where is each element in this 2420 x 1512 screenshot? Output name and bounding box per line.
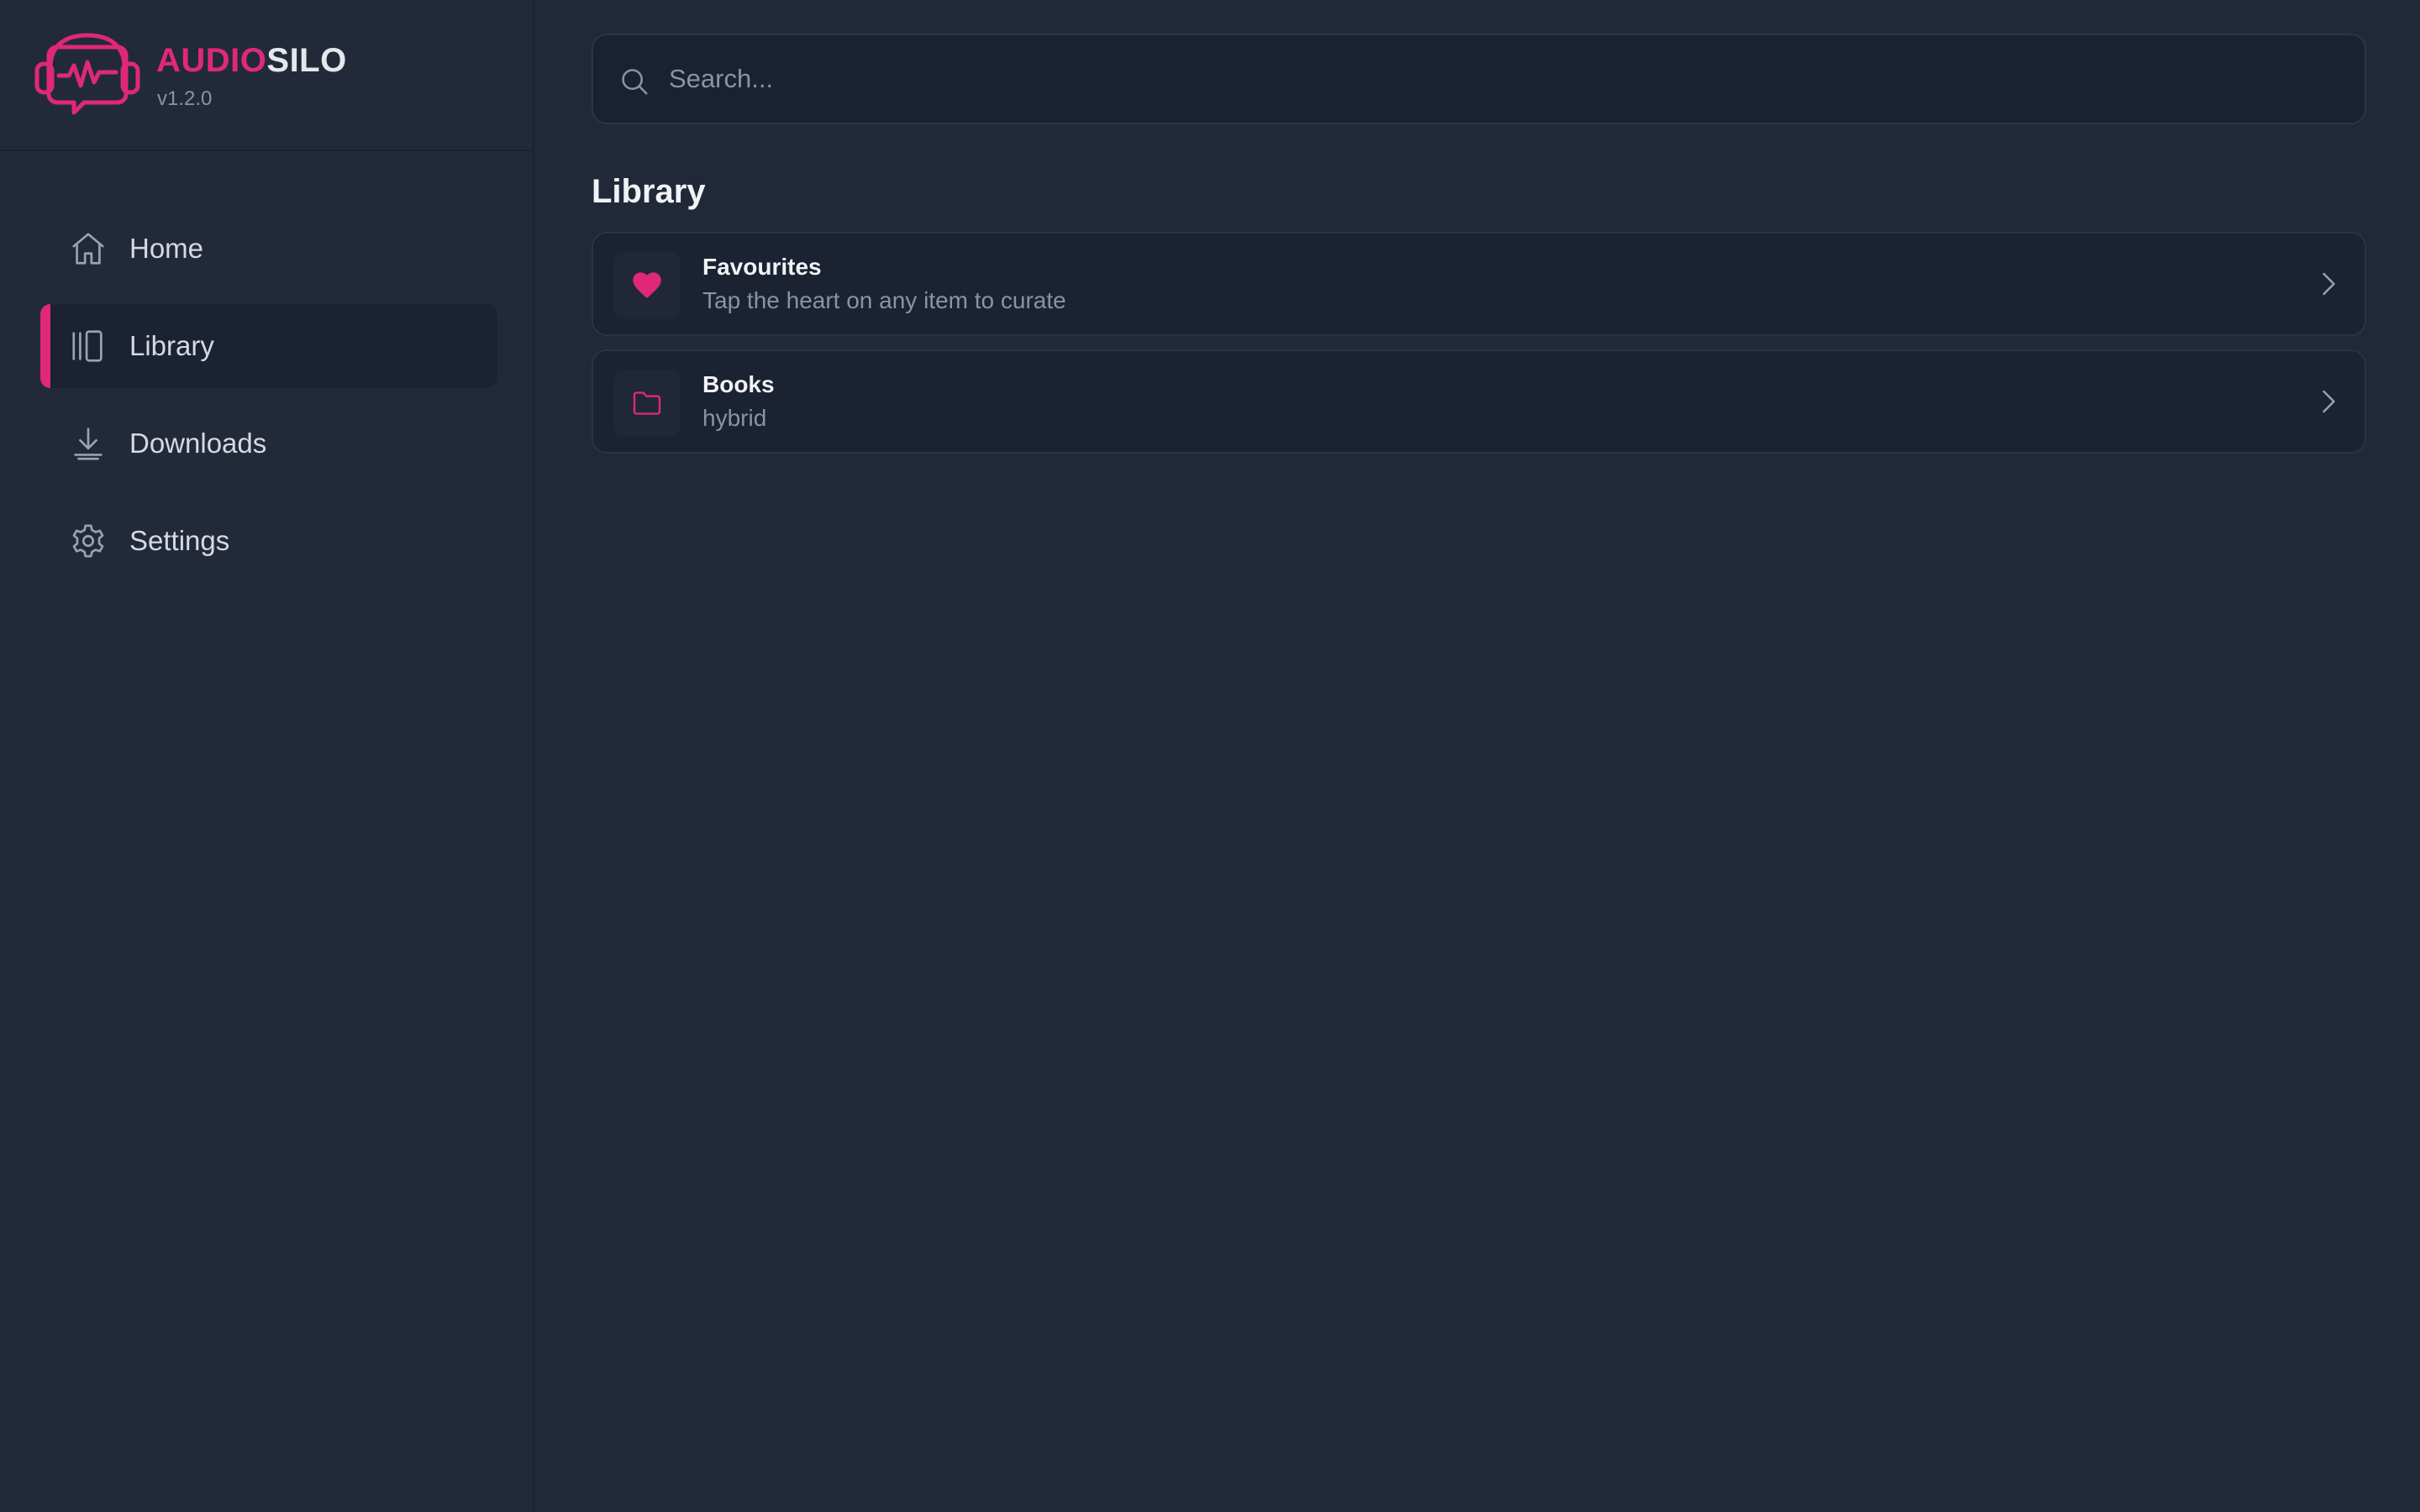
sidebar-item-library[interactable]: Library bbox=[40, 304, 497, 388]
brand-name: AUDIOSILO bbox=[156, 40, 347, 81]
library-icon bbox=[72, 330, 103, 362]
sidebar-item-label: Home bbox=[129, 233, 204, 264]
app-window: AUDIOSILO v1.2.0 Home Library Downloads … bbox=[0, 0, 2420, 1512]
sidebar-item-settings[interactable]: Settings bbox=[40, 499, 497, 583]
sidebar-item-home[interactable]: Home bbox=[40, 207, 497, 291]
chevron-right-icon bbox=[2323, 272, 2335, 296]
search-input[interactable] bbox=[667, 52, 2331, 106]
chevron-right-icon bbox=[2323, 390, 2335, 413]
sidebar-nav: Home Library Downloads Settings bbox=[40, 207, 497, 596]
page-title: Library bbox=[592, 173, 706, 210]
sidebar-item-label: Downloads bbox=[129, 428, 267, 459]
item-title: Favourites bbox=[702, 254, 822, 280]
item-thumbnail bbox=[613, 370, 681, 437]
item-title: Books bbox=[702, 371, 775, 397]
item-subtitle: Tap the heart on any item to curate bbox=[702, 287, 1066, 313]
gear-icon bbox=[72, 524, 104, 558]
library-list: Favourites Tap the heart on any item to … bbox=[592, 232, 2366, 467]
brand-name-audio: AUDIO bbox=[156, 42, 267, 79]
item-subtitle: hybrid bbox=[702, 405, 767, 431]
sidebar: AUDIOSILO v1.2.0 Home Library Downloads … bbox=[0, 0, 534, 1512]
search-bar[interactable] bbox=[592, 34, 2366, 124]
sidebar-item-label: Library bbox=[129, 330, 214, 361]
app-version: v1.2.0 bbox=[157, 87, 213, 110]
download-icon bbox=[74, 428, 103, 460]
brand-name-silo: SILO bbox=[266, 42, 347, 79]
list-item-favourites[interactable]: Favourites Tap the heart on any item to … bbox=[592, 232, 2366, 336]
home-icon bbox=[72, 233, 104, 265]
audiosilo-logo-icon bbox=[34, 33, 140, 115]
heart-icon bbox=[633, 272, 661, 298]
list-item-books[interactable]: Books hybrid bbox=[592, 349, 2366, 454]
sidebar-item-label: Settings bbox=[129, 525, 230, 556]
search-icon bbox=[622, 69, 648, 95]
folder-icon bbox=[633, 391, 661, 415]
item-thumbnail bbox=[613, 252, 681, 319]
sidebar-item-downloads[interactable]: Downloads bbox=[40, 402, 497, 486]
brand-header: AUDIOSILO v1.2.0 bbox=[0, 0, 534, 151]
